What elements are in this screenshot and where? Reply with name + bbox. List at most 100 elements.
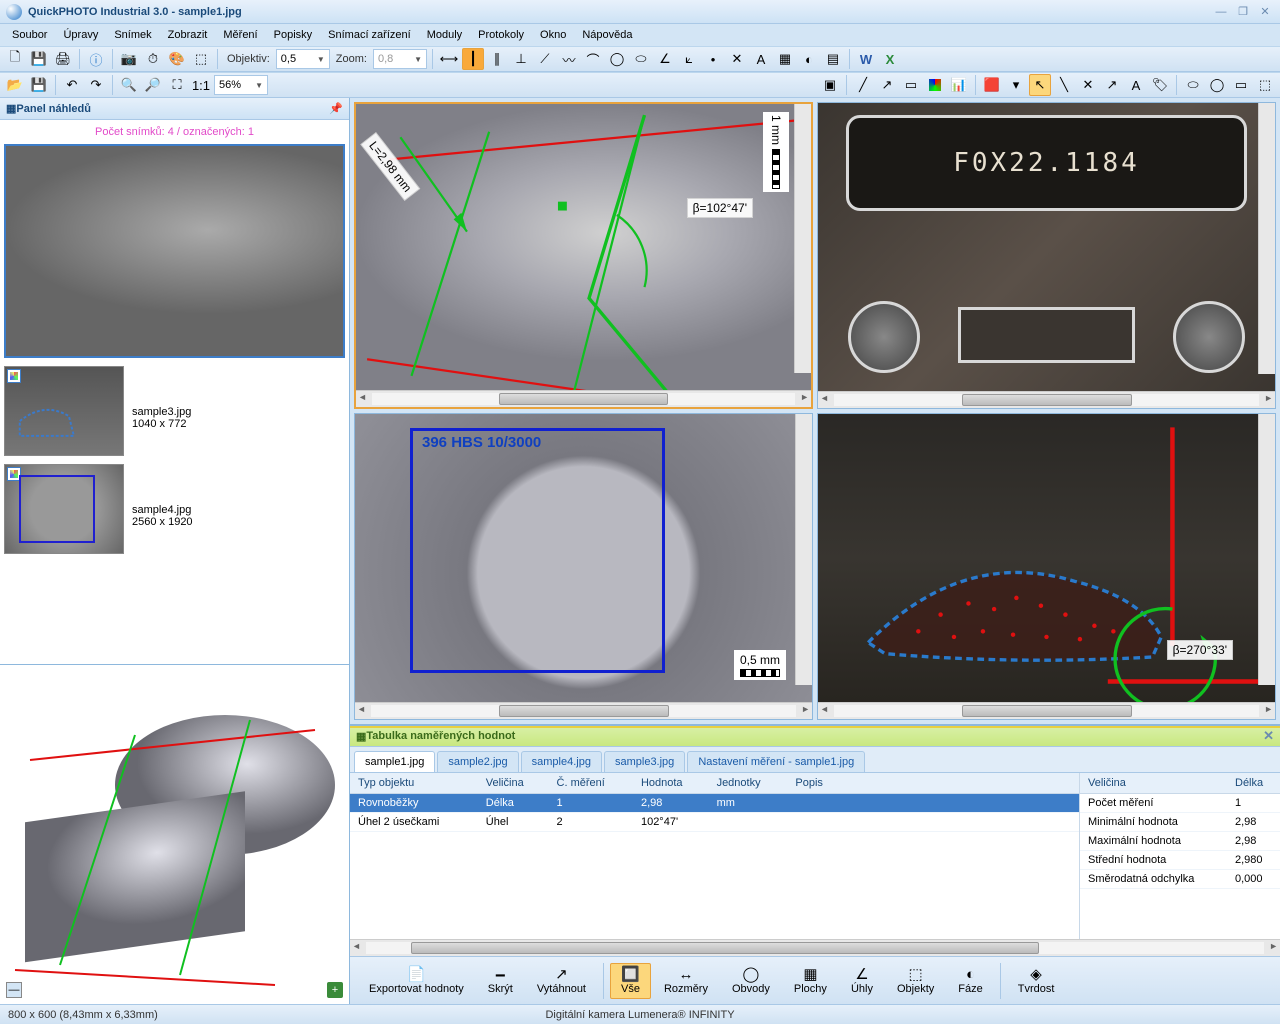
meas-btn-tvrdost[interactable]: ◈Tvrdost — [1007, 963, 1066, 999]
angle3-icon[interactable]: ⟀ — [678, 48, 700, 70]
arc-icon[interactable]: ⌒ — [582, 48, 604, 70]
zoom-pct-combo[interactable]: 56% — [214, 75, 268, 95]
tab-sample2[interactable]: sample2.jpg — [437, 751, 518, 772]
menu-zobrazit[interactable]: Zobrazit — [160, 27, 216, 43]
adjust-icon[interactable]: ◐ — [798, 48, 820, 70]
scrollbar-h[interactable] — [818, 702, 1275, 719]
col-hod[interactable]: Hodnota — [633, 773, 709, 794]
scrollbar-v[interactable] — [794, 104, 811, 373]
minimize-button[interactable]: — — [1212, 5, 1230, 19]
print-icon[interactable]: 🖨 — [52, 48, 74, 70]
fill-icon[interactable]: 🟥 — [981, 74, 1003, 96]
close-button[interactable]: ✕ — [1256, 5, 1274, 19]
line-tool-icon[interactable]: ╲ — [1053, 74, 1075, 96]
shape2-icon[interactable]: ◯ — [1206, 74, 1228, 96]
scrollbar-v[interactable] — [1258, 414, 1275, 685]
dropdown-icon[interactable]: ▾ — [1005, 74, 1027, 96]
meas-btn-vše[interactable]: 🔲Vše — [610, 963, 651, 999]
menu-moduly[interactable]: Moduly — [419, 27, 470, 43]
preview-minimize[interactable]: — — [6, 982, 22, 998]
scrollbar-h[interactable] — [355, 702, 812, 719]
col-vel[interactable]: Veličina — [478, 773, 549, 794]
tab-sample3[interactable]: sample3.jpg — [604, 751, 685, 772]
scrollbar-h[interactable] — [818, 391, 1275, 408]
tab-sample4[interactable]: sample4.jpg — [521, 751, 602, 772]
objektiv-combo[interactable]: 0,5 — [276, 49, 330, 69]
text-tool-icon[interactable]: A — [1125, 74, 1147, 96]
arrow-tool-icon[interactable]: ↗ — [1101, 74, 1123, 96]
pointer-icon[interactable]: ↖ — [1029, 74, 1051, 96]
menu-soubor[interactable]: Soubor — [4, 27, 55, 43]
point-icon[interactable]: • — [702, 48, 724, 70]
draw-rect-icon[interactable]: ▭ — [900, 74, 922, 96]
excel-icon[interactable]: X — [879, 48, 901, 70]
select-icon[interactable]: ⬚ — [190, 48, 212, 70]
angle-icon[interactable]: ∠ — [654, 48, 676, 70]
image-cell-4[interactable]: β=270°33' — [817, 413, 1276, 720]
circle-icon[interactable]: ◯ — [606, 48, 628, 70]
meas-btn-fáze[interactable]: ◐Fáze — [947, 963, 993, 999]
grid-icon[interactable]: ▦ — [774, 48, 796, 70]
ruler-h-icon[interactable]: ⟷ — [438, 48, 460, 70]
meas-btn-vytáhnout[interactable]: ↗Vytáhnout — [526, 963, 597, 999]
polyline-icon[interactable]: ⟋ — [534, 48, 556, 70]
meas-scrollbar[interactable] — [350, 939, 1280, 956]
zoom-100-icon[interactable]: 1:1 — [190, 74, 212, 96]
menu-mereni[interactable]: Měření — [215, 27, 265, 43]
histogram-icon[interactable]: 📊 — [948, 74, 970, 96]
tab-sample1[interactable]: sample1.jpg — [354, 751, 435, 772]
menu-snimek[interactable]: Snímek — [106, 27, 159, 43]
close-icon[interactable]: ✕ — [1263, 728, 1274, 744]
meas-btn-rozměry[interactable]: ↔Rozměry — [653, 963, 719, 999]
ruler-v-icon[interactable]: ┃ — [462, 48, 484, 70]
scrollbar-v[interactable] — [795, 414, 812, 685]
table-row[interactable]: Úhel 2 úsečkamiÚhel2102°47' — [350, 813, 1079, 832]
zoom-combo[interactable]: 0,8 — [373, 49, 427, 69]
redo-icon[interactable]: ↷ — [85, 74, 107, 96]
table-row[interactable]: RovnoběžkyDélka12,98mm — [350, 794, 1079, 813]
perpendicular-icon[interactable]: ⊥ — [510, 48, 532, 70]
shape4-icon[interactable]: ⬚ — [1254, 74, 1276, 96]
zoom-in-icon[interactable]: 🔍 — [118, 74, 140, 96]
meas-btn-objekty[interactable]: ⬚Objekty — [886, 963, 945, 999]
image-cell-1[interactable]: L=2,98 mm β=102°47' 1 mm — [354, 102, 813, 409]
pin-icon[interactable]: 📌 — [329, 102, 343, 115]
shape1-icon[interactable]: ⬭ — [1182, 74, 1204, 96]
col-jed[interactable]: Jednotky — [709, 773, 788, 794]
image-cell-3[interactable]: 396 HBS 10/3000 0,5 mm — [354, 413, 813, 720]
meas-btn-exportovat-hodnoty[interactable]: 📄Exportovat hodnoty — [358, 963, 475, 999]
word-icon[interactable]: W — [855, 48, 877, 70]
curve-icon[interactable]: 〰 — [558, 48, 580, 70]
new-icon[interactable]: 🗋 — [4, 48, 26, 70]
col-pop[interactable]: Popis — [787, 773, 1079, 794]
col-typ[interactable]: Typ objektu — [350, 773, 478, 794]
save2-icon[interactable]: 💾 — [28, 74, 50, 96]
image-cell-2[interactable]: F0X22.1184 — [817, 102, 1276, 409]
thumbnail-item[interactable]: sample4.jpg 2560 x 1920 — [4, 464, 345, 554]
menu-protokoly[interactable]: Protokoly — [470, 27, 532, 43]
menu-upravy[interactable]: Úpravy — [55, 27, 106, 43]
navigator-icon[interactable]: ▣ — [819, 74, 841, 96]
meas-btn-obvody[interactable]: ◯Obvody — [721, 963, 781, 999]
ellipse-icon[interactable]: ⬭ — [630, 48, 652, 70]
parallel-icon[interactable]: ∥ — [486, 48, 508, 70]
meas-btn-skrýt[interactable]: 🗕Skrýt — [477, 963, 524, 999]
info-icon[interactable]: ⓘ — [85, 48, 107, 70]
zoom-fit-icon[interactable]: ⛶ — [166, 74, 188, 96]
menu-snimaci-zarizeni[interactable]: Snímací zařízení — [320, 27, 419, 43]
delete-icon[interactable]: ✕ — [1077, 74, 1099, 96]
preview-add[interactable]: + — [327, 982, 343, 998]
zoom-out-icon[interactable]: 🔎 — [142, 74, 164, 96]
tab-settings[interactable]: Nastavení měření - sample1.jpg — [687, 751, 865, 772]
draw-line-icon[interactable]: ╱ — [852, 74, 874, 96]
menu-okno[interactable]: Okno — [532, 27, 574, 43]
thumbnail-selected[interactable] — [4, 144, 345, 358]
undo-icon[interactable]: ↶ — [61, 74, 83, 96]
scrollbar-h[interactable] — [356, 390, 811, 407]
col-c[interactable]: Č. měření — [549, 773, 633, 794]
text-icon[interactable]: A — [750, 48, 772, 70]
save-icon[interactable]: 💾 — [28, 48, 50, 70]
levels-icon[interactable]: ▤ — [822, 48, 844, 70]
timer-icon[interactable]: ⏱ — [142, 48, 164, 70]
camera-icon[interactable]: 📷 — [118, 48, 140, 70]
